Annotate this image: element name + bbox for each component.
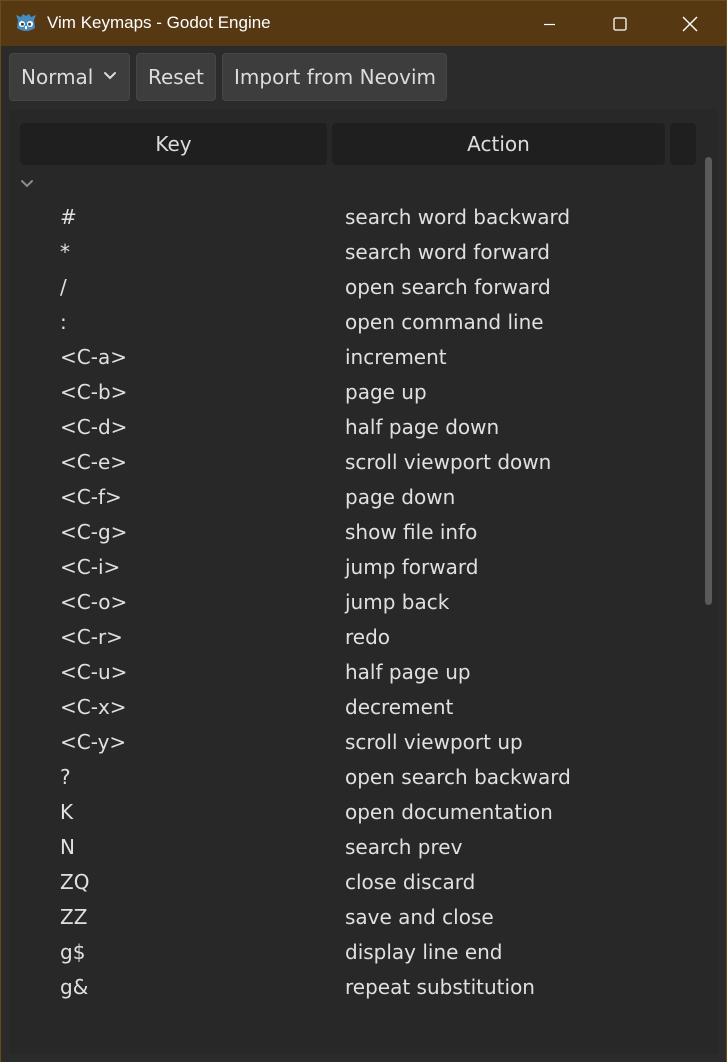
key-cell: <C-x> bbox=[60, 695, 127, 719]
table-row[interactable]: <C-a> increment bbox=[9, 340, 699, 375]
close-icon bbox=[682, 16, 698, 31]
table-row[interactable]: ? open search backward bbox=[9, 760, 699, 795]
key-cell: * bbox=[60, 240, 70, 264]
scrollbar-thumb[interactable] bbox=[705, 157, 712, 605]
action-cell: save and close bbox=[345, 905, 494, 929]
table-row[interactable]: / open search forward bbox=[9, 270, 699, 305]
scrollbar[interactable] bbox=[705, 157, 713, 605]
table-row[interactable]: <C-r> redo bbox=[9, 620, 699, 655]
key-cell: N bbox=[60, 835, 75, 859]
table-row[interactable]: <C-e> scroll viewport down bbox=[9, 445, 699, 480]
window: Vim Keymaps - Godot Engine Normal Reset … bbox=[0, 0, 727, 1062]
action-cell: decrement bbox=[345, 695, 454, 719]
key-cell: g& bbox=[60, 975, 89, 999]
collapse-arrow-icon[interactable] bbox=[20, 179, 34, 189]
import-from-neovim-button[interactable]: Import from Neovim bbox=[222, 53, 447, 101]
action-cell: open search forward bbox=[345, 275, 551, 299]
column-header-extra[interactable] bbox=[670, 123, 696, 165]
close-button[interactable] bbox=[667, 1, 713, 46]
table-row[interactable]: * search word forward bbox=[9, 235, 699, 270]
table-row[interactable]: <C-o> jump back bbox=[9, 585, 699, 620]
action-cell: search word forward bbox=[345, 240, 550, 264]
action-cell: increment bbox=[345, 345, 447, 369]
table-row[interactable]: ZQ close discard bbox=[9, 865, 699, 900]
column-header-key[interactable]: Key bbox=[20, 123, 327, 165]
action-cell: page down bbox=[345, 485, 456, 509]
reset-button-label: Reset bbox=[148, 65, 204, 89]
key-cell: <C-b> bbox=[60, 380, 128, 404]
key-cell: <C-g> bbox=[60, 520, 128, 544]
chevron-down-icon bbox=[104, 72, 116, 80]
key-cell: <C-i> bbox=[60, 555, 121, 579]
key-cell: ZQ bbox=[60, 870, 90, 894]
reset-button[interactable]: Reset bbox=[136, 53, 216, 101]
action-cell: display line end bbox=[345, 940, 503, 964]
key-cell: <C-e> bbox=[60, 450, 128, 474]
import-button-label: Import from Neovim bbox=[234, 65, 437, 89]
action-cell: jump back bbox=[345, 590, 450, 614]
action-cell: redo bbox=[345, 625, 391, 649]
action-cell: scroll viewport down bbox=[345, 450, 552, 474]
table-row[interactable]: <C-i> jump forward bbox=[9, 550, 699, 585]
action-cell: jump forward bbox=[345, 555, 479, 579]
key-cell: K bbox=[60, 800, 74, 824]
key-cell: <C-a> bbox=[60, 345, 127, 369]
key-cell: ZZ bbox=[60, 905, 88, 929]
minimize-button[interactable] bbox=[527, 1, 573, 46]
table-row[interactable]: g& repeat substitution bbox=[9, 970, 699, 1005]
key-cell: <C-f> bbox=[60, 485, 122, 509]
action-cell: search prev bbox=[345, 835, 463, 859]
table-row[interactable]: <C-f> page down bbox=[9, 480, 699, 515]
key-cell: <C-y> bbox=[60, 730, 127, 754]
table-row[interactable]: Nsearch prev bbox=[9, 830, 699, 865]
key-cell: g$ bbox=[60, 940, 86, 964]
keymap-tree[interactable]: Key Action # search word backward * search … bbox=[9, 109, 718, 1054]
action-cell: half page up bbox=[345, 660, 471, 684]
action-cell: scroll viewport up bbox=[345, 730, 523, 754]
action-cell: open command line bbox=[345, 310, 544, 334]
mode-select-value: Normal bbox=[21, 65, 94, 89]
key-cell: / bbox=[60, 275, 67, 299]
key-cell: ? bbox=[60, 765, 71, 789]
key-cell: <C-o> bbox=[60, 590, 128, 614]
table-row[interactable]: : open command line bbox=[9, 305, 699, 340]
action-cell: show file info bbox=[345, 520, 478, 544]
key-cell: <C-r> bbox=[60, 625, 123, 649]
action-cell: half page down bbox=[345, 415, 500, 439]
key-cell: <C-d> bbox=[60, 415, 128, 439]
action-cell: page up bbox=[345, 380, 427, 404]
table-row[interactable]: <C-g> show file info bbox=[9, 515, 699, 550]
action-cell: repeat substitution bbox=[345, 975, 535, 999]
action-cell: search word backward bbox=[345, 205, 571, 229]
action-cell: open search backward bbox=[345, 765, 571, 789]
maximize-icon bbox=[613, 16, 627, 31]
column-header-action[interactable]: Action bbox=[332, 123, 665, 165]
table-row[interactable]: Kopen documentation bbox=[9, 795, 699, 830]
godot-icon bbox=[15, 12, 37, 34]
key-cell: : bbox=[60, 310, 67, 334]
minimize-icon bbox=[544, 23, 555, 25]
title-bar[interactable]: Vim Keymaps - Godot Engine bbox=[1, 1, 726, 46]
table-row[interactable]: g$ display line end bbox=[9, 935, 699, 970]
key-cell: # bbox=[60, 205, 77, 229]
table-row[interactable]: <C-x> decrement bbox=[9, 690, 699, 725]
table-row[interactable]: <C-b> page up bbox=[9, 375, 699, 410]
table-row[interactable]: <C-u> half page up bbox=[9, 655, 699, 690]
table-row[interactable]: <C-d> half page down bbox=[9, 410, 699, 445]
action-cell: open documentation bbox=[345, 800, 553, 824]
window-title: Vim Keymaps - Godot Engine bbox=[47, 13, 271, 32]
action-cell: close discard bbox=[345, 870, 476, 894]
table-row[interactable]: ZZ save and close bbox=[9, 900, 699, 935]
table-row[interactable]: # search word backward bbox=[9, 200, 699, 235]
maximize-button[interactable] bbox=[597, 1, 643, 46]
mode-select[interactable]: Normal bbox=[9, 53, 130, 101]
key-cell: <C-u> bbox=[60, 660, 128, 684]
table-row[interactable]: <C-y> scroll viewport up bbox=[9, 725, 699, 760]
client-area: Normal Reset Import from Neovim Key Acti… bbox=[1, 46, 726, 1062]
